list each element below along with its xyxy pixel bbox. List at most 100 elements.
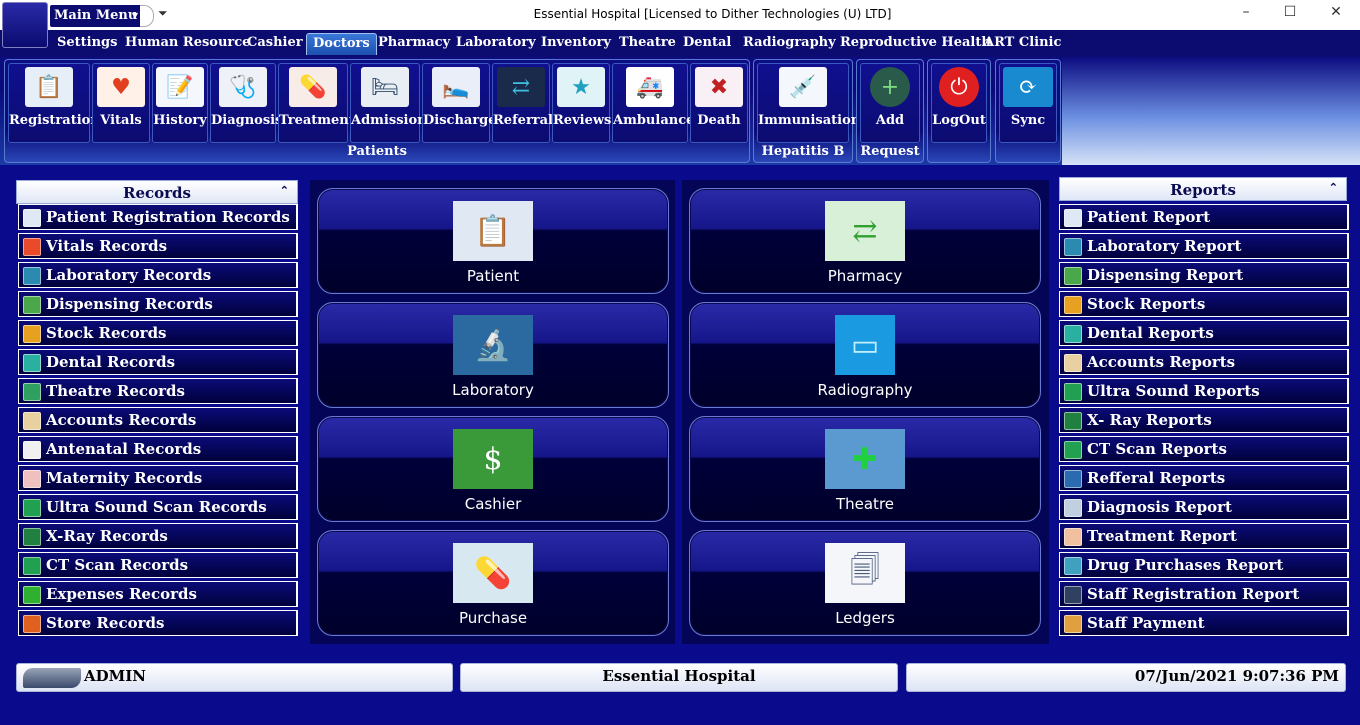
facility-name: Essential Hospital [602,667,756,685]
radiography-tile[interactable]: ▭ Radiography [689,302,1041,408]
reports-panel-header[interactable]: Reports ⌃ [1059,177,1347,201]
ultrasound-icon [1064,383,1082,401]
current-datetime: 07/Jun/2021 9:07:36 PM [1134,667,1339,685]
theatre-tile[interactable]: ✚ Theatre [689,416,1041,522]
records-item[interactable]: X-Ray Records [18,523,298,549]
reports-item[interactable]: Treatment Report [1059,523,1349,549]
antenatal-icon [23,441,41,459]
records-item[interactable]: Stock Records [18,320,298,346]
ambulance-button[interactable]: 🚑 Ambulance [612,63,694,143]
records-item[interactable]: CT Scan Records [18,552,298,578]
records-item[interactable]: Laboratory Records [18,262,298,288]
reviews-button[interactable]: ★ Reviews [552,63,611,143]
records-title: Records [123,184,191,202]
ribbon-group-hepatitis-b: 💉 Immunisation Hepatitis B [753,59,860,163]
purchase-tile[interactable]: 💊 Purchase [317,530,669,636]
reports-item[interactable]: Ultra Sound Reports [1059,378,1349,404]
records-item[interactable]: Dental Records [18,349,298,375]
close-button[interactable]: ✕ [1324,4,1348,24]
laboratory-tile[interactable]: 🔬 Laboratory [317,302,669,408]
user-device-icon [23,668,81,688]
reports-item[interactable]: Laboratory Report [1059,233,1349,259]
add-request-button[interactable]: + Add [860,63,920,143]
app-logo[interactable] [2,2,48,48]
tab-radiography[interactable]: Radiography [743,35,836,50]
reports-item[interactable]: Staff Registration Report [1059,581,1349,607]
cashier-tile[interactable]: $ Cashier [317,416,669,522]
purchase-icon [1064,557,1082,575]
immunisation-button[interactable]: 💉 Immunisation [757,63,860,143]
tab-pharmacy[interactable]: Pharmacy [378,35,450,50]
collapse-chevron-icon[interactable]: ⌃ [1329,181,1338,194]
admission-button[interactable]: 🛏 Admission [350,63,427,143]
referral-button[interactable]: ⇄ Referral [492,63,553,143]
tab-doctors[interactable]: Doctors [306,33,377,55]
reports-item[interactable]: Drug Purchases Report [1059,552,1349,578]
tab-reproductive-health[interactable]: Reproductive Health [840,35,991,50]
records-item[interactable]: Store Records [18,610,298,636]
tab-art-clinic[interactable]: ART Clinic [984,35,1061,50]
history-button[interactable]: 📝 History [152,63,208,143]
reports-item[interactable]: CT Scan Reports [1059,436,1349,462]
pharmacy-tile[interactable]: ⇄ Pharmacy [689,188,1041,294]
microscope-icon [23,267,41,285]
user-name: ADMIN [84,667,146,685]
reports-item[interactable]: Dispensing Report [1059,262,1349,288]
tab-inventory[interactable]: Inventory [541,35,611,50]
records-item[interactable]: Vitals Records [18,233,298,259]
records-item[interactable]: Accounts Records [18,407,298,433]
records-item-label: CT Scan Records [46,556,189,574]
tab-laboratory[interactable]: Laboratory [456,35,536,50]
diagnosis-button[interactable]: 🩺 Diagnosis [210,63,282,143]
logout-button[interactable]: ⏻ LogOut [931,63,987,143]
sync-icon: ⟳ [1003,67,1053,107]
tab-theatre[interactable]: Theatre [619,35,676,50]
reports-item-label: Refferal Reports [1087,469,1226,487]
ambulance-icon: 🚑 [626,67,674,107]
records-item[interactable]: Dispensing Records [18,291,298,317]
records-panel-header[interactable]: Records ⌃ [16,180,298,204]
collapse-chevron-icon[interactable]: ⌃ [280,184,289,197]
death-button[interactable]: ✖ Death [690,63,748,143]
xray-icon [23,528,41,546]
discharge-bed-icon: 🛌 [432,67,480,107]
minimize-button[interactable]: – [1234,4,1258,24]
patient-tile[interactable]: 📋 Patient [317,188,669,294]
title-bar: Main Menu ▼ ⏷ Essential Hospital [Licens… [0,0,1360,30]
ultrasound-icon [23,499,41,517]
reports-item[interactable]: X- Ray Reports [1059,407,1349,433]
reports-item[interactable]: Accounts Reports [1059,349,1349,375]
staff-icon [1064,586,1082,604]
reports-item[interactable]: Dental Reports [1059,320,1349,346]
status-user: ADMIN [16,663,453,692]
treatment-button[interactable]: 💊 Treatment [278,63,355,143]
referral-icon [1064,470,1082,488]
tab-human-resource[interactable]: Human Resource [125,35,250,50]
ledgers-tile[interactable]: 🗐 Ledgers [689,530,1041,636]
tab-dental[interactable]: Dental [683,35,731,50]
reports-item[interactable]: Stock Reports [1059,291,1349,317]
reports-item[interactable]: Patient Report [1059,204,1349,230]
maximize-button[interactable]: ☐ [1278,4,1302,24]
tab-cashier[interactable]: Cashier [247,35,303,50]
registration-button[interactable]: 📋 Registration [8,63,100,143]
ledger-icon [23,412,41,430]
tab-settings[interactable]: Settings [57,35,117,50]
records-item[interactable]: Expenses Records [18,581,298,607]
theatre-cross-icon: ✚ [825,429,905,489]
records-item[interactable]: Antenatal Records [18,436,298,462]
records-item[interactable]: Patient Registration Records [18,204,298,230]
reports-item[interactable]: Diagnosis Report [1059,494,1349,520]
status-facility: Essential Hospital [460,663,898,692]
discharge-button[interactable]: 🛌 Discharge [422,63,497,143]
expenses-icon [23,586,41,604]
records-item-label: Expenses Records [46,585,197,603]
vitals-button[interactable]: ♥ Vitals [92,63,150,143]
records-item[interactable]: Theatre Records [18,378,298,404]
reports-item-label: Laboratory Report [1087,237,1242,255]
sync-button[interactable]: ⟳ Sync [999,63,1057,143]
records-item[interactable]: Ultra Sound Scan Records [18,494,298,520]
reports-item[interactable]: Refferal Reports [1059,465,1349,491]
reports-item[interactable]: Staff Payment [1059,610,1349,636]
records-item[interactable]: Maternity Records [18,465,298,491]
